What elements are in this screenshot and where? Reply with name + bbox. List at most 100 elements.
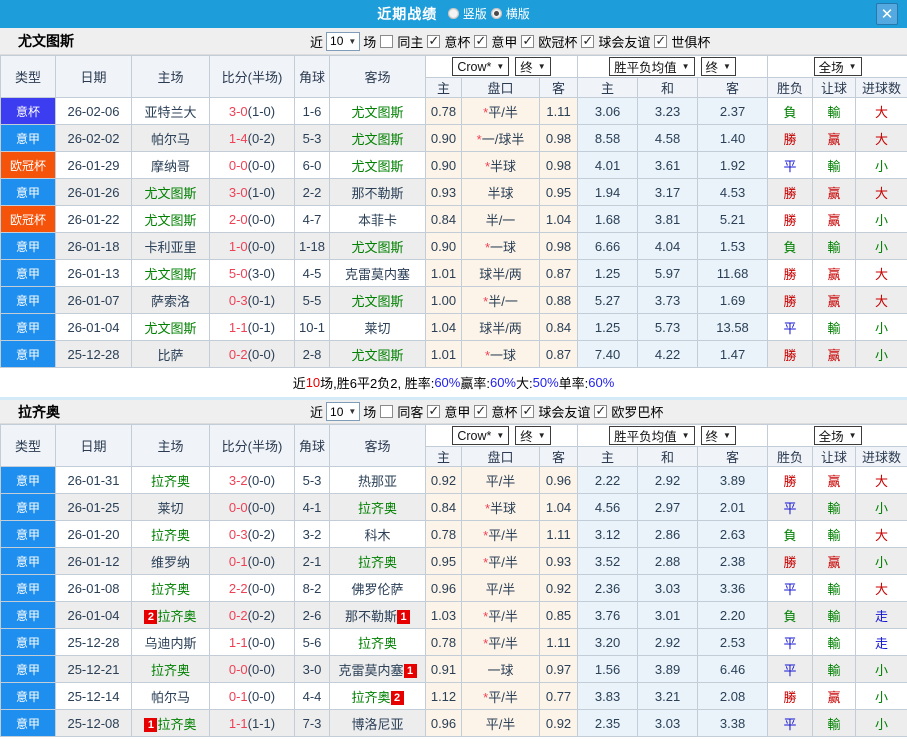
result-cell: 平	[767, 313, 814, 341]
handicap-result-value: 輸	[827, 158, 841, 174]
avg-draw-cell: 3.03	[637, 574, 699, 602]
home-team-cell: 尤文图斯	[131, 259, 210, 287]
fulltime-score: 2-0	[228, 211, 248, 227]
odds-home-cell: 0.84	[425, 205, 462, 233]
away-team-cell: 拉齐奥	[329, 493, 426, 521]
score-cell: 1-1(0-0)	[209, 628, 295, 656]
goals-result-value: 小	[875, 239, 889, 255]
handicap-result-value: 赢	[827, 554, 841, 570]
away-team-name: 拉齐奥	[357, 554, 397, 570]
chevron-down-icon: ▼	[537, 62, 546, 71]
goals-result-value: 小	[875, 500, 889, 516]
goals-result-cell: 走	[855, 601, 907, 629]
type-badge-cell: 意甲	[0, 520, 56, 548]
avg-select[interactable]: 胜平负均值 ▼	[609, 426, 695, 445]
match-row: 欧冠杯 26-01-29 摩纳哥 0-0(0-0) 6-0 尤文图斯 0.90 *半球 0.98…	[0, 151, 907, 179]
avg-home-cell: 1.25	[577, 313, 639, 341]
summary-segment: 场,胜6平2负2, 胜率:	[320, 376, 435, 391]
odds-away-cell: 0.98	[538, 232, 579, 260]
league-label-1: 意甲	[491, 34, 518, 50]
date-cell: 26-01-04	[55, 313, 132, 341]
handicap-result-cell: 赢	[812, 547, 857, 575]
avg-select[interactable]: 胜平负均值 ▼	[609, 57, 695, 76]
league-checkbox-2[interactable]	[521, 33, 535, 49]
avg-draw-cell: 3.73	[637, 286, 699, 314]
vertical-radio-label[interactable]: 竖版	[463, 5, 487, 22]
type-badge-cell: 意甲	[0, 547, 56, 575]
score-cell: 0-0(0-0)	[209, 151, 295, 179]
fulltime-select[interactable]: 全场 ▼	[813, 57, 862, 76]
corner-cell: 2-8	[294, 340, 330, 368]
summary-line: 近 10 场,胜6平2负2, 胜率: 60% 赢率: 60% 大: 50% 单率: 60%	[0, 368, 907, 397]
handicap-result-value: 輸	[827, 320, 841, 336]
vertical-radio[interactable]	[447, 8, 459, 19]
home-team-name: 拉齐奥	[150, 581, 190, 597]
goals-result-value: 小	[875, 212, 889, 228]
score-cell: 0-2(0-2)	[209, 601, 295, 629]
same-side-checkbox[interactable]	[380, 34, 394, 48]
horizontal-radio-label[interactable]: 横版	[506, 5, 530, 22]
fulltime-score: 1-1	[228, 319, 248, 335]
fulltime-score: 1-4	[228, 130, 248, 146]
result-cell: 平	[767, 628, 814, 656]
handicap-result-cell: 赢	[812, 178, 857, 206]
fulltime-select[interactable]: 全场 ▼	[813, 426, 862, 445]
league-checkbox-2[interactable]	[521, 403, 535, 419]
result-value: 勝	[783, 293, 797, 309]
match-row: 欧冠杯 26-01-22 尤文图斯 2-0(0-0) 4-7 本菲卡 0.84 半/一 1.04…	[0, 205, 907, 233]
corner-cell: 5-6	[294, 628, 330, 656]
horizontal-radio[interactable]	[490, 8, 502, 19]
avg-away-cell: 6.46	[697, 655, 769, 683]
corner-cell: 5-5	[294, 286, 330, 314]
match-count-select[interactable]: 10 ▼	[326, 31, 361, 51]
match-count-select[interactable]: 10 ▼	[326, 402, 361, 421]
result-cell: 勝	[767, 547, 814, 575]
handicap-result-cell: 輸	[812, 313, 857, 341]
final-avg-select[interactable]: 终 ▼	[700, 57, 736, 76]
company-select[interactable]: Crow* ▼	[452, 57, 510, 76]
home-team-name: 维罗纳	[150, 554, 190, 570]
league-checkbox-0[interactable]	[427, 403, 441, 419]
handicap-cell: *一球	[461, 340, 540, 368]
final-odds-select[interactable]: 终 ▼	[515, 426, 551, 445]
result-cell: 勝	[767, 466, 814, 494]
avg-select-value: 胜平负均值	[614, 61, 677, 75]
handicap-result-value: 赢	[827, 689, 841, 705]
league-checkbox-1[interactable]	[474, 33, 488, 49]
result-cell: 平	[767, 574, 814, 602]
final-avg-select-value: 终	[705, 430, 719, 444]
handicap-result-cell: 赢	[812, 286, 857, 314]
league-checkbox-3[interactable]	[594, 403, 608, 419]
same-side-checkbox[interactable]	[380, 405, 394, 418]
summary-segment: 单率:	[558, 376, 589, 391]
corner-cell: 4-5	[294, 259, 330, 287]
halftime-score: (0-0)	[247, 688, 276, 704]
company-select-value: Crow*	[457, 59, 492, 74]
league-label-1: 意杯	[491, 405, 518, 420]
league-checkbox-0[interactable]	[427, 33, 441, 49]
result-cell: 平	[767, 709, 814, 737]
result-value: 平	[783, 662, 797, 678]
final-avg-select[interactable]: 终 ▼	[700, 426, 736, 445]
odds-away-cell: 1.11	[538, 628, 579, 656]
company-select[interactable]: Crow* ▼	[452, 426, 510, 445]
goals-result-cell: 大	[855, 466, 907, 494]
avg-draw-cell: 3.03	[637, 709, 699, 737]
handicap-result-value: 輸	[827, 239, 841, 255]
home-team-cell: 尤文图斯	[131, 205, 210, 233]
league-checkbox-4[interactable]	[654, 33, 668, 49]
final-odds-select[interactable]: 终 ▼	[515, 57, 551, 76]
date-cell: 26-01-22	[55, 205, 132, 233]
odds-home-cell: 0.91	[425, 655, 462, 683]
sub-header-6: 胜负	[767, 446, 814, 467]
goals-result-value: 小	[875, 689, 889, 705]
home-team-cell: 卡利亚里	[131, 232, 210, 260]
type-badge-cell: 意甲	[0, 574, 56, 602]
fulltime-score: 3-2	[228, 472, 248, 488]
league-checkbox-1[interactable]	[474, 403, 488, 419]
fulltime-score: 0-2	[228, 346, 248, 362]
result-value: 負	[783, 608, 797, 624]
sub-header-8: 进球数	[855, 446, 907, 467]
league-checkbox-3[interactable]	[581, 33, 595, 49]
close-button[interactable]: ✕	[876, 3, 898, 25]
